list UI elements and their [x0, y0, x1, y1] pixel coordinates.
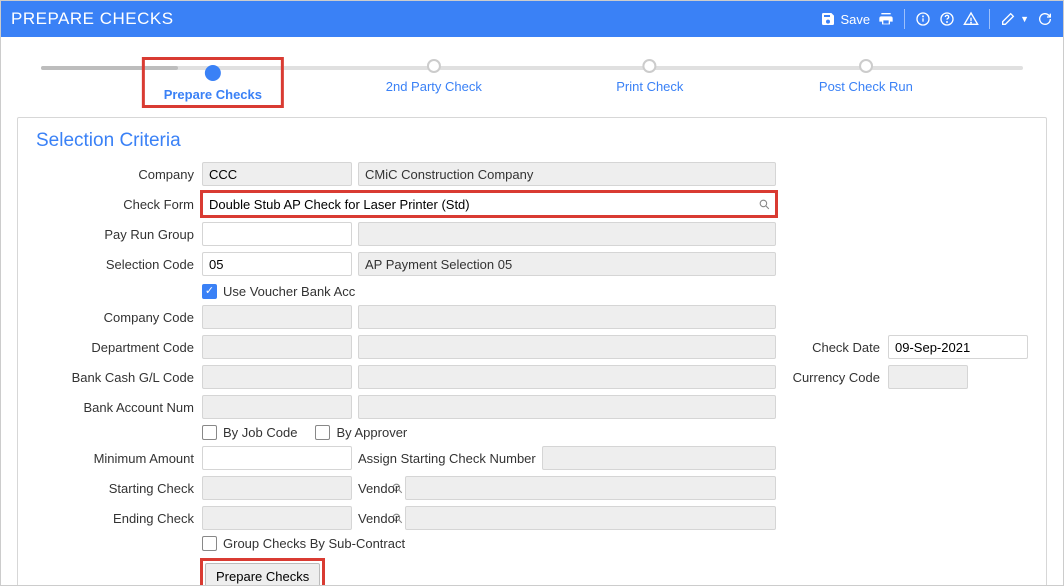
use-voucher-bank-label: Use Voucher Bank Acc	[223, 284, 355, 299]
help-icon	[939, 11, 955, 27]
step-label: Post Check Run	[819, 79, 913, 94]
label-selection-code: Selection Code	[36, 257, 196, 272]
by-job-code-checkbox[interactable]: By Job Code	[202, 425, 297, 440]
step-print-check[interactable]: Print Check	[616, 59, 683, 94]
label-department-code: Department Code	[36, 340, 196, 355]
label-currency-code: Currency Code	[782, 370, 882, 385]
bank-cash-gl-lov[interactable]	[202, 365, 352, 389]
app-window: PREPARE CHECKS Save	[0, 0, 1064, 586]
print-icon	[878, 11, 894, 27]
step-label: Prepare Checks	[164, 87, 262, 102]
label-pay-run-group: Pay Run Group	[36, 227, 196, 242]
bank-cash-gl-desc	[358, 365, 776, 389]
step-label: 2nd Party Check	[386, 79, 482, 94]
toolbar-separator	[989, 9, 990, 29]
step-prepare-checks[interactable]: Prepare Checks	[144, 59, 282, 106]
pay-run-group-desc	[358, 222, 776, 246]
step-dot-icon	[859, 59, 873, 73]
step-label: Print Check	[616, 79, 683, 94]
by-approver-checkbox[interactable]: By Approver	[315, 425, 407, 440]
save-label: Save	[840, 12, 870, 27]
label-starting-vendor: Vendor	[358, 481, 399, 496]
warning-button[interactable]	[963, 11, 979, 27]
bank-account-num-field	[202, 395, 352, 419]
panel-title: Selection Criteria	[36, 130, 1028, 152]
label-minimum-amount: Minimum Amount	[36, 451, 196, 466]
label-ending-vendor: Vendor	[358, 511, 399, 526]
edit-icon	[1000, 11, 1016, 27]
label-check-date: Check Date	[782, 340, 882, 355]
by-job-code-label: By Job Code	[223, 425, 297, 440]
company-lov[interactable]	[202, 162, 352, 186]
prepare-checks-button-label: Prepare Checks	[216, 569, 309, 584]
use-voucher-bank-checkbox[interactable]: Use Voucher Bank Acc	[202, 284, 355, 299]
label-company: Company	[36, 167, 196, 182]
info-icon	[915, 11, 931, 27]
toolbar-separator	[904, 9, 905, 29]
titlebar: PREPARE CHECKS Save	[1, 1, 1063, 37]
starting-vendor-display	[405, 476, 776, 500]
check-date-field[interactable]	[888, 335, 1028, 359]
group-checks-sub-label: Group Checks By Sub-Contract	[223, 536, 405, 551]
check-form-input[interactable]	[203, 193, 753, 215]
save-button[interactable]: Save	[820, 11, 870, 27]
label-check-form: Check Form	[36, 197, 196, 212]
edit-button[interactable]: ▼	[1000, 11, 1029, 27]
save-icon	[820, 11, 836, 27]
check-form-lov[interactable]	[202, 192, 776, 216]
pay-run-group-lov[interactable]	[202, 222, 352, 246]
company-code-lov[interactable]	[202, 305, 352, 329]
company-code-desc	[358, 305, 776, 329]
step-dot-icon	[643, 59, 657, 73]
company-name-display: CMiC Construction Company	[358, 162, 776, 186]
ending-vendor-display	[405, 506, 776, 530]
chevron-down-icon: ▼	[1020, 14, 1029, 24]
by-approver-label: By Approver	[336, 425, 407, 440]
stepper: Prepare Checks 2nd Party Check Print Che…	[1, 37, 1063, 117]
step-post-check-run[interactable]: Post Check Run	[819, 59, 913, 94]
print-button[interactable]	[878, 11, 894, 27]
department-code-desc	[358, 335, 776, 359]
step-dot-icon	[427, 59, 441, 73]
assign-starting-check-display	[542, 446, 776, 470]
prepare-checks-button[interactable]: Prepare Checks	[205, 563, 320, 586]
label-bank-cash-gl: Bank Cash G/L Code	[36, 370, 196, 385]
starting-check-lov[interactable]	[202, 476, 352, 500]
group-checks-sub-checkbox[interactable]: Group Checks By Sub-Contract	[202, 536, 405, 551]
page-title: PREPARE CHECKS	[11, 9, 174, 29]
label-starting-check: Starting Check	[36, 481, 196, 496]
help-button[interactable]	[939, 11, 955, 27]
label-bank-account-num: Bank Account Num	[36, 400, 196, 415]
currency-code-display	[888, 365, 968, 389]
search-icon[interactable]	[753, 193, 775, 215]
selection-code-lov[interactable]	[202, 252, 352, 276]
step-2nd-party-check[interactable]: 2nd Party Check	[386, 59, 482, 94]
checkbox-icon	[202, 425, 217, 440]
minimum-amount-input[interactable]	[202, 446, 352, 470]
label-ending-check: Ending Check	[36, 511, 196, 526]
warning-icon	[963, 11, 979, 27]
label-assign-starting-check: Assign Starting Check Number	[358, 451, 536, 466]
refresh-icon	[1037, 11, 1053, 27]
selection-code-desc: AP Payment Selection 05	[358, 252, 776, 276]
ending-check-lov[interactable]	[202, 506, 352, 530]
toolbar: Save	[820, 9, 1053, 29]
label-company-code: Company Code	[36, 310, 196, 325]
info-button[interactable]	[915, 11, 931, 27]
selection-criteria-panel: Selection Criteria Company CMiC Construc…	[17, 117, 1047, 586]
refresh-button[interactable]	[1037, 11, 1053, 27]
check-date-input[interactable]	[889, 336, 1064, 358]
checkbox-icon	[202, 536, 217, 551]
step-dot-icon	[205, 65, 221, 81]
checkbox-icon	[315, 425, 330, 440]
checkbox-icon	[202, 284, 217, 299]
bank-account-num-desc	[358, 395, 776, 419]
department-code-lov[interactable]	[202, 335, 352, 359]
